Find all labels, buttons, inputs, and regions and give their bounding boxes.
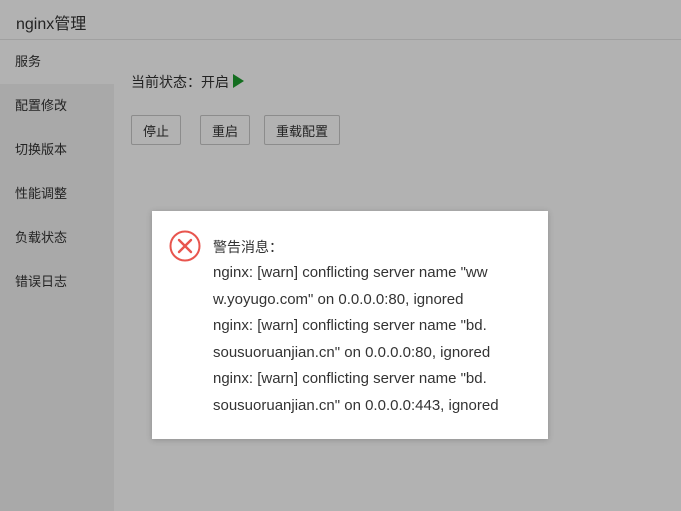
- message-line: sousuoruanjian.cn" on 0.0.0.0:80, ignore…: [213, 343, 491, 361]
- message-line: w.yoyugo.com" on 0.0.0.0:80, ignored: [213, 290, 464, 308]
- nginx-manager-window: nginx管理 服务 配置修改 切换版本 性能调整 负载状态 错误日志 当前状态…: [0, 0, 681, 511]
- message-line: nginx: [warn] conflicting server name "b…: [213, 370, 487, 387]
- dialog-message: nginx: [warn] conflicting server name "w…: [213, 260, 531, 419]
- error-circle-icon: [169, 230, 201, 262]
- message-line: nginx: [warn] conflicting server name "w…: [213, 264, 488, 281]
- dialog-title: 警告消息：: [213, 239, 283, 255]
- message-line: sousuoruanjian.cn" on 0.0.0.0:443, ignor…: [213, 396, 499, 414]
- message-line: nginx: [warn] conflicting server name "b…: [213, 317, 487, 334]
- warning-dialog: 警告消息： nginx: [warn] conflicting server n…: [152, 211, 548, 439]
